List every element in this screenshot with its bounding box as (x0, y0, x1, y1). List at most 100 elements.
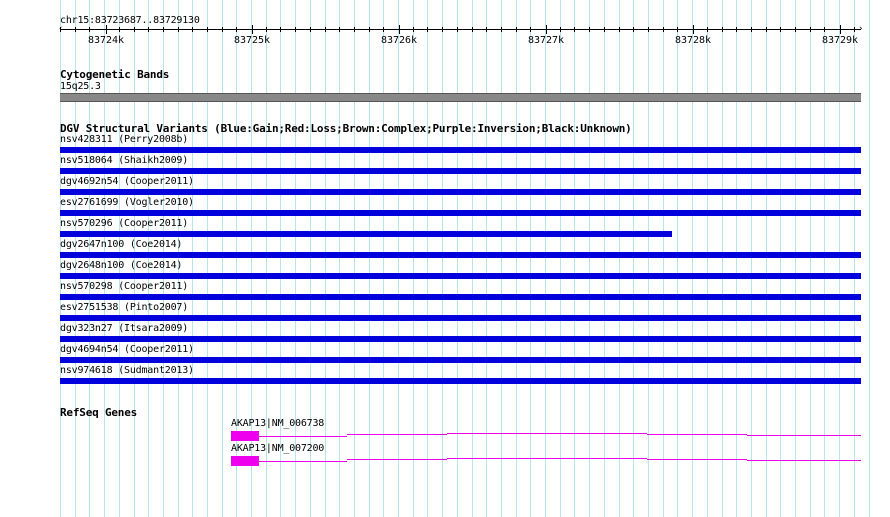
dgv-variant-label[interactable]: nsv518064 (Shaikh2009) (60, 155, 188, 167)
refseq-intron (747, 435, 861, 436)
ruler-minor-tick (751, 27, 752, 32)
dgv-variant-bar[interactable] (60, 168, 861, 174)
ruler-minor-tick (222, 27, 223, 32)
grid-line (530, 0, 531, 517)
grid-line (722, 0, 723, 517)
cytoband-track-title[interactable]: Cytogenetic Bands (60, 68, 169, 81)
grid-line (795, 0, 796, 517)
refseq-transcript-label[interactable]: AKAP13|NM_007200 (231, 443, 324, 455)
ruler-minor-tick (486, 27, 487, 32)
dgv-variant-bar[interactable] (60, 189, 861, 195)
grid-line (383, 0, 384, 517)
grid-line (692, 0, 693, 517)
refseq-transcript-label[interactable]: AKAP13|NM_006738 (231, 418, 324, 430)
dgv-variant-bar[interactable] (60, 210, 861, 216)
ruler-minor-tick (707, 27, 708, 32)
ruler-minor-tick (766, 27, 767, 32)
dgv-variant-bar[interactable] (60, 252, 861, 258)
ruler-minor-tick (236, 27, 237, 32)
ruler-line (60, 29, 861, 30)
ruler-minor-tick (722, 27, 723, 32)
ruler-minor-tick (427, 27, 428, 32)
ruler-minor-tick (648, 27, 649, 32)
refseq-intron (447, 458, 547, 459)
dgv-variant-label[interactable]: dgv4692n54 (Cooper2011) (60, 176, 194, 188)
grid-line (516, 0, 517, 517)
dgv-variant-label[interactable]: esv2751538 (Pinto2007) (60, 302, 188, 314)
grid-line (869, 0, 870, 517)
ruler-tick-label: 83727k (527, 35, 565, 46)
grid-line (501, 0, 502, 517)
cytoband-15q25-3[interactable] (60, 93, 861, 102)
dgv-variant-bar[interactable] (60, 315, 861, 321)
ruler-minor-tick (574, 27, 575, 32)
grid-line (663, 0, 664, 517)
refseq-intron (647, 434, 747, 435)
grid-line (457, 0, 458, 517)
refseq-intron (259, 436, 347, 437)
ruler-minor-tick (413, 27, 414, 32)
ruler-minor-tick (442, 27, 443, 32)
dgv-variant-label[interactable]: nsv428311 (Perry2008b) (60, 134, 188, 146)
dgv-variant-label[interactable]: dgv4694n54 (Cooper2011) (60, 344, 194, 356)
refseq-intron (547, 458, 647, 459)
grid-line (854, 0, 855, 517)
grid-line (398, 0, 399, 517)
grid-line (192, 0, 193, 517)
ruler-minor-tick (280, 27, 281, 32)
grid-line (486, 0, 487, 517)
grid-line (472, 0, 473, 517)
ruler-minor-tick (148, 27, 149, 32)
ruler-minor-tick (369, 27, 370, 32)
genome-browser-panel: chr15:83723687..83729130 ‹ › 83724k83725… (0, 0, 890, 517)
dgv-variant-bar[interactable] (60, 294, 861, 300)
grid-line (442, 0, 443, 517)
refseq-intron (747, 460, 861, 461)
grid-line (280, 0, 281, 517)
dgv-variant-label[interactable]: dgv323n27 (Itsara2009) (60, 323, 188, 335)
ruler-minor-tick (663, 27, 664, 32)
ruler-minor-tick (207, 27, 208, 32)
grid-line (574, 0, 575, 517)
ruler-minor-tick (339, 27, 340, 32)
ruler-minor-tick (325, 27, 326, 32)
ruler-minor-tick (178, 27, 179, 32)
dgv-variant-label[interactable]: nsv974618 (Sudmant2013) (60, 365, 194, 377)
dgv-variant-label[interactable]: dgv2648n100 (Coe2014) (60, 260, 182, 272)
dgv-variant-label[interactable]: nsv570298 (Cooper2011) (60, 281, 188, 293)
dgv-variant-bar[interactable] (60, 273, 861, 279)
refseq-track-title[interactable]: RefSeq Genes (60, 406, 137, 419)
grid-line (810, 0, 811, 517)
ruler-major-tick (840, 25, 841, 34)
ruler-minor-tick (736, 27, 737, 32)
cytoband-label: 15q25.3 (60, 81, 101, 92)
ruler-tick-label: 83724k (87, 35, 125, 46)
ruler-minor-tick (795, 27, 796, 32)
ruler-minor-tick (501, 27, 502, 32)
ruler-minor-tick (472, 27, 473, 32)
grid-line (295, 0, 296, 517)
dgv-variant-bar[interactable] (60, 378, 861, 384)
grid-line (707, 0, 708, 517)
refseq-exon[interactable] (231, 431, 259, 441)
ruler-minor-tick (589, 27, 590, 32)
ruler-minor-tick (604, 27, 605, 32)
grid-line (736, 0, 737, 517)
grid-line (178, 0, 179, 517)
dgv-variant-bar[interactable] (60, 336, 861, 342)
refseq-intron (347, 459, 447, 460)
grid-line (766, 0, 767, 517)
dgv-variant-label[interactable]: esv2761699 (Vogler2010) (60, 197, 194, 209)
dgv-variant-label[interactable]: dgv2647n100 (Coe2014) (60, 239, 182, 251)
ruler-tick-label: 83729k (821, 35, 859, 46)
refseq-intron (259, 461, 347, 462)
refseq-exon[interactable] (231, 456, 259, 466)
dgv-variant-bar[interactable] (60, 147, 861, 153)
dgv-variant-bar[interactable] (60, 231, 672, 237)
dgv-variant-label[interactable]: nsv570296 (Cooper2011) (60, 218, 188, 230)
ruler-major-tick (252, 25, 253, 34)
dgv-variant-bar[interactable] (60, 357, 861, 363)
ruler-minor-tick (89, 27, 90, 32)
ruler-minor-tick (266, 27, 267, 32)
refseq-intron (547, 433, 647, 434)
